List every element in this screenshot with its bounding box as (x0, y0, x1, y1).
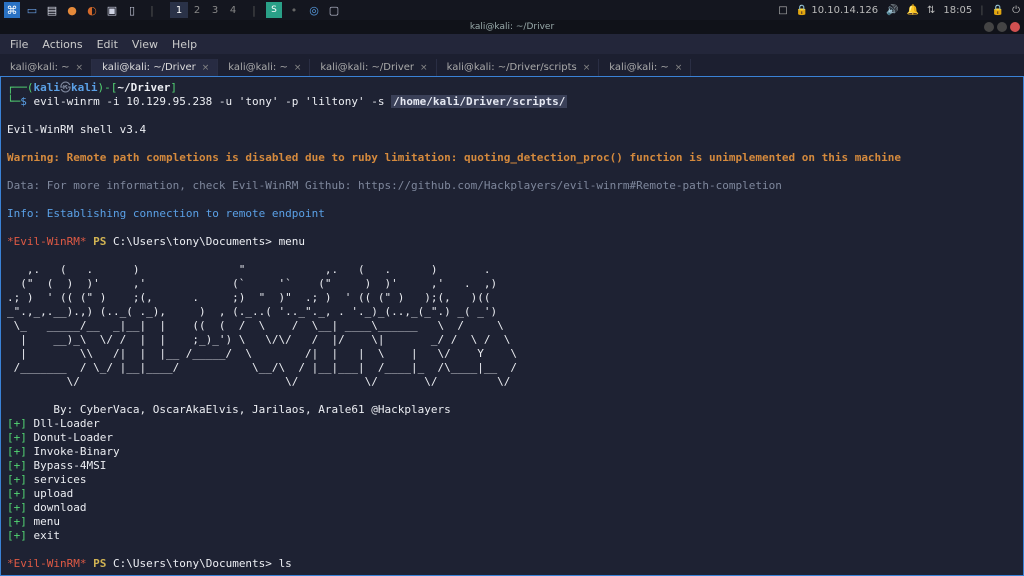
close-icon[interactable]: × (583, 63, 591, 73)
info-label: Info: (7, 207, 40, 220)
ps-tag: *Evil-WinRM* (7, 557, 86, 570)
close-icon[interactable]: × (420, 63, 428, 73)
prompt-path: ~/Driver (117, 81, 170, 94)
editor-icon[interactable]: ▯ (124, 2, 140, 18)
files-icon[interactable]: ▤ (44, 2, 60, 18)
firefox-icon[interactable]: ● (64, 2, 80, 18)
app-menubar: File Actions Edit View Help (0, 34, 1024, 54)
clock[interactable]: 18:05 (943, 5, 972, 16)
close-icon[interactable]: × (76, 63, 84, 73)
lock-icon[interactable]: 🔒 (992, 5, 1004, 16)
window-list-icon[interactable]: ▭ (24, 2, 40, 18)
menu-item: upload (34, 487, 74, 500)
menu-item: exit (34, 529, 61, 542)
command-line: evil-winrm -i 10.129.95.238 -u 'tony' -p… (34, 95, 392, 108)
tray-right: □ 🔒 10.10.14.126 🔊 🔔 ⇅ 18:05 | 🔒 ⏻ (778, 5, 1020, 16)
prompt-user: kali (34, 81, 61, 94)
command-highlight: /home/kali/Driver/scripts/ (391, 95, 567, 108)
tab-label: kali@kali: ~ (228, 62, 288, 73)
network-icon[interactable]: ⇅ (927, 5, 935, 16)
close-icon[interactable]: × (675, 63, 683, 73)
tab-label: kali@kali: ~ (10, 62, 70, 73)
menu-actions[interactable]: Actions (42, 38, 82, 51)
notifications-icon[interactable]: 🔔 (907, 5, 919, 16)
info-text: Establishing connection to remote endpoi… (40, 207, 325, 220)
workspace-3[interactable]: 3 (206, 2, 224, 18)
ps-cmd-ls: ls (279, 557, 292, 570)
separator-icon: | (980, 5, 983, 16)
menu-item: Invoke-Binary (34, 445, 120, 458)
terminal-icon[interactable]: ▣ (104, 2, 120, 18)
ps-path: C:\Users\tony\Documents> (113, 557, 272, 570)
workspace-4[interactable]: 4 (224, 2, 242, 18)
menu-bullet: [+] (7, 417, 27, 430)
power-icon[interactable]: ⏻ (1012, 5, 1020, 16)
tab-2[interactable]: kali@kali: ~ × (218, 59, 310, 76)
system-top-bar: ⌘ ▭ ▤ ● ◐ ▣ ▯ | 1 2 3 4 | S • ◎ ▢ □ 🔒 10… (0, 0, 1024, 20)
close-icon[interactable]: × (202, 63, 210, 73)
workspace-1[interactable]: 1 (170, 2, 188, 18)
app-s-icon[interactable]: S (266, 2, 282, 18)
ascii-banner: ,. ( . ) " ,. ( . ) . (" ( ) )' ,' (` '`… (7, 263, 517, 388)
prompt-at: ㉿ (60, 81, 71, 94)
maximize-button[interactable] (997, 22, 1007, 32)
kali-logo-icon[interactable]: ⌘ (4, 2, 20, 18)
screenshot-icon[interactable]: ▢ (326, 2, 342, 18)
ps-ps: PS (93, 235, 106, 248)
menu-item: menu (34, 515, 61, 528)
window-controls (984, 22, 1020, 32)
tab-5[interactable]: kali@kali: ~ × (599, 59, 691, 76)
tab-3[interactable]: kali@kali: ~/Driver × (310, 59, 436, 76)
ps-ps: PS (93, 557, 106, 570)
data-text: For more information, check Evil-WinRM G… (40, 179, 782, 192)
terminal-window: kali@kali: ~/Driver File Actions Edit Vi… (0, 20, 1024, 576)
warning-label: Warning: (7, 151, 60, 164)
separator-icon: | (144, 2, 160, 18)
line-shell-version: Evil-WinRM shell v3.4 (7, 123, 146, 136)
tab-0[interactable]: kali@kali: ~ × (0, 59, 92, 76)
tab-1[interactable]: kali@kali: ~/Driver × (92, 59, 218, 76)
tab-label: kali@kali: ~/Driver/scripts (447, 62, 577, 73)
app-dot-icon[interactable]: • (286, 2, 302, 18)
tray-left: ⌘ ▭ ▤ ● ◐ ▣ ▯ | 1 2 3 4 | S • ◎ ▢ (4, 2, 342, 18)
ps-cmd-menu: menu (279, 235, 306, 248)
data-label: Data: (7, 179, 40, 192)
tab-4[interactable]: kali@kali: ~/Driver/scripts × (437, 59, 600, 76)
workspace-2[interactable]: 2 (188, 2, 206, 18)
menu-item: Dll-Loader (34, 417, 100, 430)
browser-icon[interactable]: ◎ (306, 2, 322, 18)
menu-edit[interactable]: Edit (97, 38, 118, 51)
terminal-output[interactable]: ┌──(kali㉿kali)-[~/Driver] └─$ evil-winrm… (0, 76, 1024, 576)
menu-item: Bypass-4MSI (34, 459, 107, 472)
tab-label: kali@kali: ~/Driver (320, 62, 414, 73)
byline: By: CyberVaca, OscarAkaElvis, Jarilaos, … (7, 403, 451, 416)
prompt-frame: ┌──( (7, 81, 34, 94)
window-title: kali@kali: ~/Driver (470, 22, 554, 32)
vpn-ip-value: 10.10.14.126 (811, 5, 878, 16)
vpn-ip[interactable]: 🔒 10.10.14.126 (796, 5, 878, 16)
minimize-button[interactable] (984, 22, 994, 32)
ps-tag: *Evil-WinRM* (7, 235, 86, 248)
close-button[interactable] (1010, 22, 1020, 32)
menu-help[interactable]: Help (172, 38, 197, 51)
tab-label: kali@kali: ~/Driver (102, 62, 196, 73)
firefox-alt-icon[interactable]: ◐ (84, 2, 100, 18)
warning-text: Remote path completions is disabled due … (60, 151, 901, 164)
prompt-dollar: $ (20, 95, 27, 108)
menu-item: download (34, 501, 87, 514)
menu-item: Donut-Loader (34, 431, 113, 444)
menu-file[interactable]: File (10, 38, 28, 51)
workspace-switcher[interactable]: 1 2 3 4 (170, 2, 242, 18)
terminal-tabs: kali@kali: ~ × kali@kali: ~/Driver × kali@… (0, 54, 1024, 76)
menu-view[interactable]: View (132, 38, 158, 51)
tab-label: kali@kali: ~ (609, 62, 669, 73)
close-icon[interactable]: × (294, 63, 302, 73)
recording-icon[interactable]: □ (778, 5, 787, 16)
ps-path: C:\Users\tony\Documents> (113, 235, 272, 248)
menu-item: services (34, 473, 87, 486)
window-titlebar[interactable]: kali@kali: ~/Driver (0, 20, 1024, 34)
volume-icon[interactable]: 🔊 (886, 5, 898, 16)
separator-icon: | (246, 2, 262, 18)
prompt-host: kali (71, 81, 98, 94)
